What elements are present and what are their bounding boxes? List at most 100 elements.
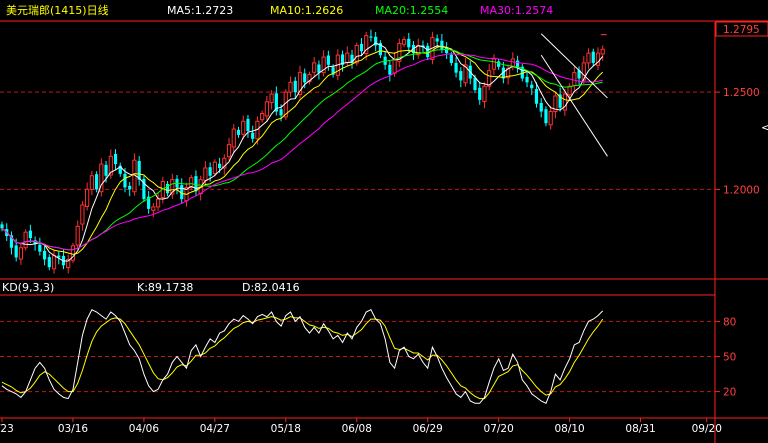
- candle-body: [359, 43, 364, 52]
- x-tick-label: 08/10: [554, 423, 584, 435]
- ma5-label: MA5:1.2723: [167, 4, 233, 17]
- last-price-label: 1.2795: [723, 24, 760, 36]
- x-tick-label: 06/29: [413, 423, 443, 435]
- candle-body: [388, 64, 392, 75]
- candle-body: [567, 85, 572, 96]
- candle-body: [208, 167, 212, 176]
- d-value-label: D:82.0416: [242, 281, 300, 294]
- x-tick-label: 03/16: [58, 423, 89, 435]
- candle-body: [454, 62, 458, 73]
- candle-body: [401, 39, 407, 45]
- candle-body: [435, 38, 439, 42]
- x-tick-label: 05/18: [271, 423, 301, 435]
- candle-body: [288, 81, 293, 93]
- candle-body: [251, 132, 255, 139]
- ma30-line: [1, 53, 603, 251]
- ma20-line: [1, 48, 603, 251]
- candle-body: [473, 77, 477, 91]
- candle-body: [151, 206, 156, 211]
- candle-body: [392, 58, 397, 74]
- candle-body: [80, 204, 85, 225]
- candle-body: [85, 188, 90, 208]
- chart-frame: [0, 20, 768, 443]
- candle-body: [317, 64, 321, 73]
- candle-body: [203, 167, 208, 181]
- candle-body: [293, 80, 297, 93]
- candle-body: [407, 38, 411, 48]
- candle-body: [264, 101, 269, 117]
- candle-body: [75, 225, 80, 246]
- candle-body: [459, 71, 463, 81]
- candle-body: [478, 87, 482, 100]
- right-edge-marker: <: [761, 121, 768, 134]
- candle-body: [326, 55, 330, 65]
- candle-body: [548, 111, 553, 126]
- candle-body: [14, 245, 18, 258]
- candle-body: [279, 109, 283, 116]
- candle-body: [525, 76, 529, 83]
- candle-body: [312, 62, 317, 73]
- candle-body: [544, 109, 548, 124]
- kd-tick-label: 20: [723, 387, 736, 399]
- candle-body: [28, 230, 32, 239]
- kd-tick-label: 80: [723, 316, 736, 328]
- candle-body: [534, 88, 539, 104]
- ma20-label: MA20:1.2554: [375, 4, 448, 17]
- candle-body: [128, 185, 132, 190]
- candle-body: [482, 85, 487, 102]
- x-tick-label: 08/31: [625, 423, 655, 435]
- kd-tick-label: 50: [723, 352, 736, 364]
- candle-body: [212, 161, 217, 174]
- candle-body: [586, 52, 591, 64]
- x-tick-label: 06/08: [342, 423, 372, 435]
- price-tick-label: 1.2500: [723, 87, 760, 99]
- candle-body: [440, 40, 444, 50]
- candle-body: [42, 250, 47, 260]
- candle-body: [241, 120, 246, 135]
- candle-body: [123, 173, 127, 188]
- ma30-label: MA30:1.2574: [480, 4, 553, 17]
- candle-body: [104, 164, 108, 176]
- candle-body: [269, 93, 274, 104]
- x-tick-label: 04/27: [200, 423, 230, 435]
- candle-body: [155, 198, 161, 208]
- candle-body: [236, 129, 241, 135]
- candle-body: [18, 247, 24, 260]
- candle-body: [369, 36, 373, 38]
- candle-body: [95, 174, 99, 190]
- candle-body: [572, 72, 577, 86]
- candle-body: [38, 244, 42, 252]
- candle-body: [246, 118, 250, 132]
- candle-body: [0, 224, 4, 229]
- candle-body: [47, 257, 51, 268]
- candle-body: [231, 128, 236, 148]
- candle-body: [345, 52, 350, 64]
- candle-body: [510, 58, 515, 67]
- candle-body: [226, 144, 232, 158]
- ma10-label: MA10:1.2626: [270, 4, 343, 17]
- candle-body: [217, 163, 222, 168]
- candlestick-chart: 1.2500 1.2000 80 50 20 2/23 03/16 04/06 04/27 05…: [0, 3, 768, 443]
- x-tick-label: 09/20: [692, 423, 722, 435]
- candle-body: [515, 60, 520, 67]
- x-tick-label: 2/23: [0, 423, 14, 435]
- candle-body: [539, 102, 543, 112]
- candle-body: [491, 58, 497, 70]
- kd-label: KD(9,3,3): [2, 281, 54, 294]
- candle-body: [260, 113, 265, 121]
- candle-body: [530, 84, 534, 89]
- price-tick-label: 1.2000: [723, 184, 760, 196]
- ma10-line: [1, 45, 604, 255]
- candle-body: [51, 255, 57, 270]
- candle-body: [449, 54, 453, 63]
- chart-title: 美元瑞郎(1415)日线: [6, 3, 109, 17]
- candle-body: [113, 153, 118, 165]
- x-tick-label: 07/20: [484, 423, 514, 435]
- candle-body: [600, 48, 605, 55]
- candle-body: [591, 51, 595, 63]
- k-value-label: K:89.1738: [137, 281, 193, 294]
- x-tick-label: 04/06: [129, 423, 160, 435]
- candle-body: [23, 231, 28, 249]
- candle-body: [354, 44, 359, 64]
- candle-body: [89, 175, 94, 190]
